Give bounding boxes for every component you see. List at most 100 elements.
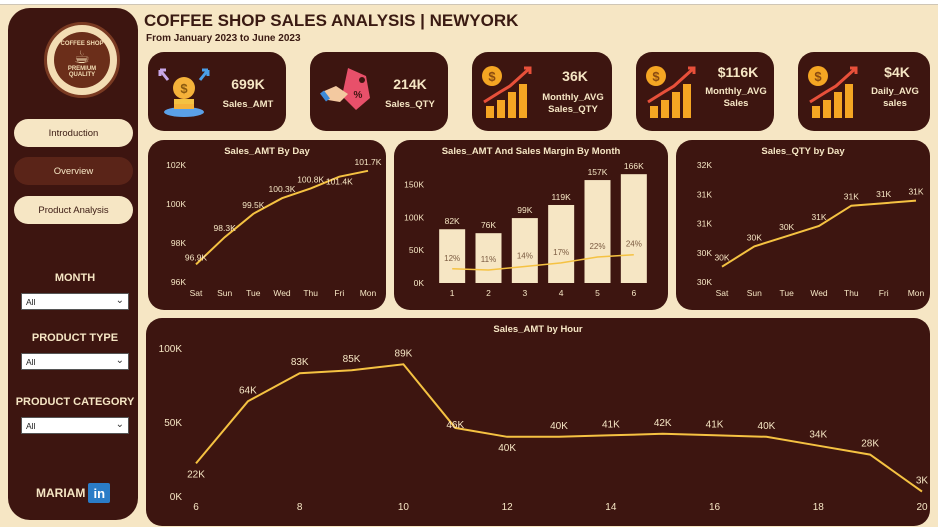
bar-value-label: 157K — [588, 167, 608, 177]
month-filter-value: All — [26, 296, 36, 307]
bar — [584, 180, 611, 283]
coffee-cup-icon: ☕ — [73, 46, 91, 67]
svg-text:$: $ — [814, 69, 822, 84]
chevron-down-icon: ⌄ — [115, 295, 124, 306]
handshake-tag-icon: % — [320, 68, 370, 110]
x-tick-label: Thu — [844, 288, 859, 298]
data-label: 42K — [654, 418, 672, 429]
bar-value-label: 166K — [624, 161, 644, 171]
page-subtitle: From January 2023 to June 2023 — [146, 33, 301, 44]
nav-product-analysis-button[interactable]: Product Analysis — [14, 196, 133, 224]
product-type-filter-value: All — [26, 356, 36, 367]
x-tick-label: 6 — [631, 288, 636, 298]
x-tick-label: Fri — [334, 288, 344, 298]
linkedin-icon[interactable]: in — [88, 483, 111, 503]
y-tick-label: 102K — [166, 160, 186, 170]
bar-value-label: 99K — [517, 205, 532, 215]
data-label: 83K — [291, 357, 309, 368]
y-tick-label: 100K — [159, 344, 183, 355]
kpi-label: Monthly_AVG Sales_QTY — [542, 92, 604, 115]
kpi-card-monthly-avg-sales-qty: $ 36K Monthly_AVG Sales_QTY — [472, 52, 612, 131]
bar-value-label: 119K — [552, 192, 572, 202]
bar — [620, 174, 647, 283]
data-label: 64K — [239, 385, 257, 396]
sales-qty-by-day-chart: 30K30K31K31K32KSat Sun Tue Wed Thu Fri Mon30K3… — [697, 160, 925, 298]
x-tick-label: Sat — [716, 288, 729, 298]
data-label: 89K — [395, 348, 413, 359]
data-label: 31K — [876, 189, 891, 199]
money-bag-icon: $ — [158, 68, 210, 117]
y-tick-label: 0K — [170, 492, 183, 503]
margin-label: 12% — [444, 254, 460, 263]
x-tick-label: Sun — [217, 288, 232, 298]
kpi-card-sales-amt: $ 699K Sales_AMT — [148, 52, 286, 131]
margin-label: 11% — [481, 255, 496, 264]
chevron-down-icon: ⌄ — [115, 355, 124, 366]
kpi-label: Sales_QTY — [385, 99, 435, 110]
kpi-value: $116K — [717, 64, 759, 80]
margin-label: 24% — [626, 240, 642, 249]
kpi-card-sales-qty: % 214K Sales_QTY — [310, 52, 448, 131]
nav-overview-button[interactable]: Overview — [14, 157, 133, 185]
data-label: 40K — [550, 421, 568, 432]
kpi-value: 699K — [231, 76, 265, 92]
svg-text:%: % — [354, 90, 363, 101]
x-tick-label: 18 — [813, 502, 825, 513]
bar — [548, 204, 575, 283]
x-tick-label: Fri — [879, 288, 889, 298]
y-tick-label: 100K — [404, 212, 424, 222]
data-label: 101.7K — [355, 157, 382, 167]
data-label: 99.5K — [242, 200, 265, 210]
month-filter-select[interactable]: All ⌄ — [21, 293, 129, 310]
bar-value-label: 76K — [481, 220, 496, 230]
sales-amt-by-hour-chart: 0K 50K 100K 6 8 10 12 14 16 18 20 22K 64K 83K 85K 89K 46… — [159, 344, 929, 513]
data-label: 41K — [706, 419, 724, 430]
y-tick-label: 30K — [697, 248, 712, 258]
kpi-card-daily-avg-sales: $ $4K Daily_AVG sales — [798, 52, 930, 131]
chart-panel-sales-qty-by-day: Sales_QTY by Day 30K 30K 31K 31K 32K Sat Sun Tu… — [676, 140, 930, 310]
x-tick-label: 4 — [559, 288, 564, 298]
month-filter-label: MONTH — [54, 272, 96, 284]
chart-panel-sales-amt-by-day: Sales_AMT By Day 96K 98K 100K 102K Sat Sun Tue… — [148, 140, 386, 310]
data-label: 100.3K — [269, 184, 296, 194]
window-top-strip — [0, 0, 938, 5]
data-label: 30K — [779, 222, 794, 232]
x-tick-label: Tue — [779, 288, 794, 298]
x-tick-label: 16 — [709, 502, 721, 513]
x-tick-label: 6 — [193, 502, 199, 513]
y-tick-label: 98K — [171, 238, 186, 248]
svg-text:$: $ — [180, 81, 188, 96]
x-tick-label: 20 — [916, 502, 928, 513]
y-tick-label: 100K — [166, 199, 186, 209]
x-tick-label: Sat — [190, 288, 203, 298]
data-label: 31K — [844, 192, 859, 202]
nav-introduction-button[interactable]: Introduction — [14, 119, 133, 147]
x-tick-label: Wed — [273, 288, 291, 298]
svg-text:$: $ — [652, 69, 660, 84]
page-title: COFFEE SHOP SALES ANALYSIS | NEWYORK — [144, 11, 519, 30]
x-tick-label: 14 — [605, 502, 617, 513]
data-label: 101.4K — [326, 177, 353, 187]
kpi-card-monthly-avg-sales: $ $116K Monthly_AVG Sales — [636, 52, 774, 131]
product-type-filter-select[interactable]: All ⌄ — [21, 353, 129, 370]
y-tick-label: 150K — [404, 180, 424, 190]
x-tick-label: 12 — [502, 502, 514, 513]
kpi-value: 214K — [393, 76, 427, 92]
data-label: 96.9K — [185, 252, 208, 262]
kpi-label: Daily_AVG sales — [871, 86, 919, 109]
x-tick-label: 5 — [595, 288, 600, 298]
data-label: 31K — [908, 187, 923, 197]
y-tick-label: 50K — [164, 418, 182, 429]
product-category-filter-select[interactable]: All ⌄ — [21, 417, 129, 434]
data-label: 41K — [602, 419, 620, 430]
x-tick-label: 2 — [486, 288, 491, 298]
data-label: 22K — [187, 469, 205, 480]
kpi-label: Sales_AMT — [222, 99, 274, 110]
x-tick-label: 1 — [450, 288, 455, 298]
chart-panel-sales-amt-by-hour: Sales_AMT by Hour 0K 50K 100K 6 8 10 12 14 16 18 2… — [146, 318, 930, 526]
data-label: 30K — [714, 253, 729, 263]
x-tick-label: Wed — [810, 288, 828, 298]
author-brand: MARIAM in — [36, 483, 111, 503]
product-category-filter-value: All — [26, 420, 36, 431]
x-tick-label: Thu — [303, 288, 318, 298]
